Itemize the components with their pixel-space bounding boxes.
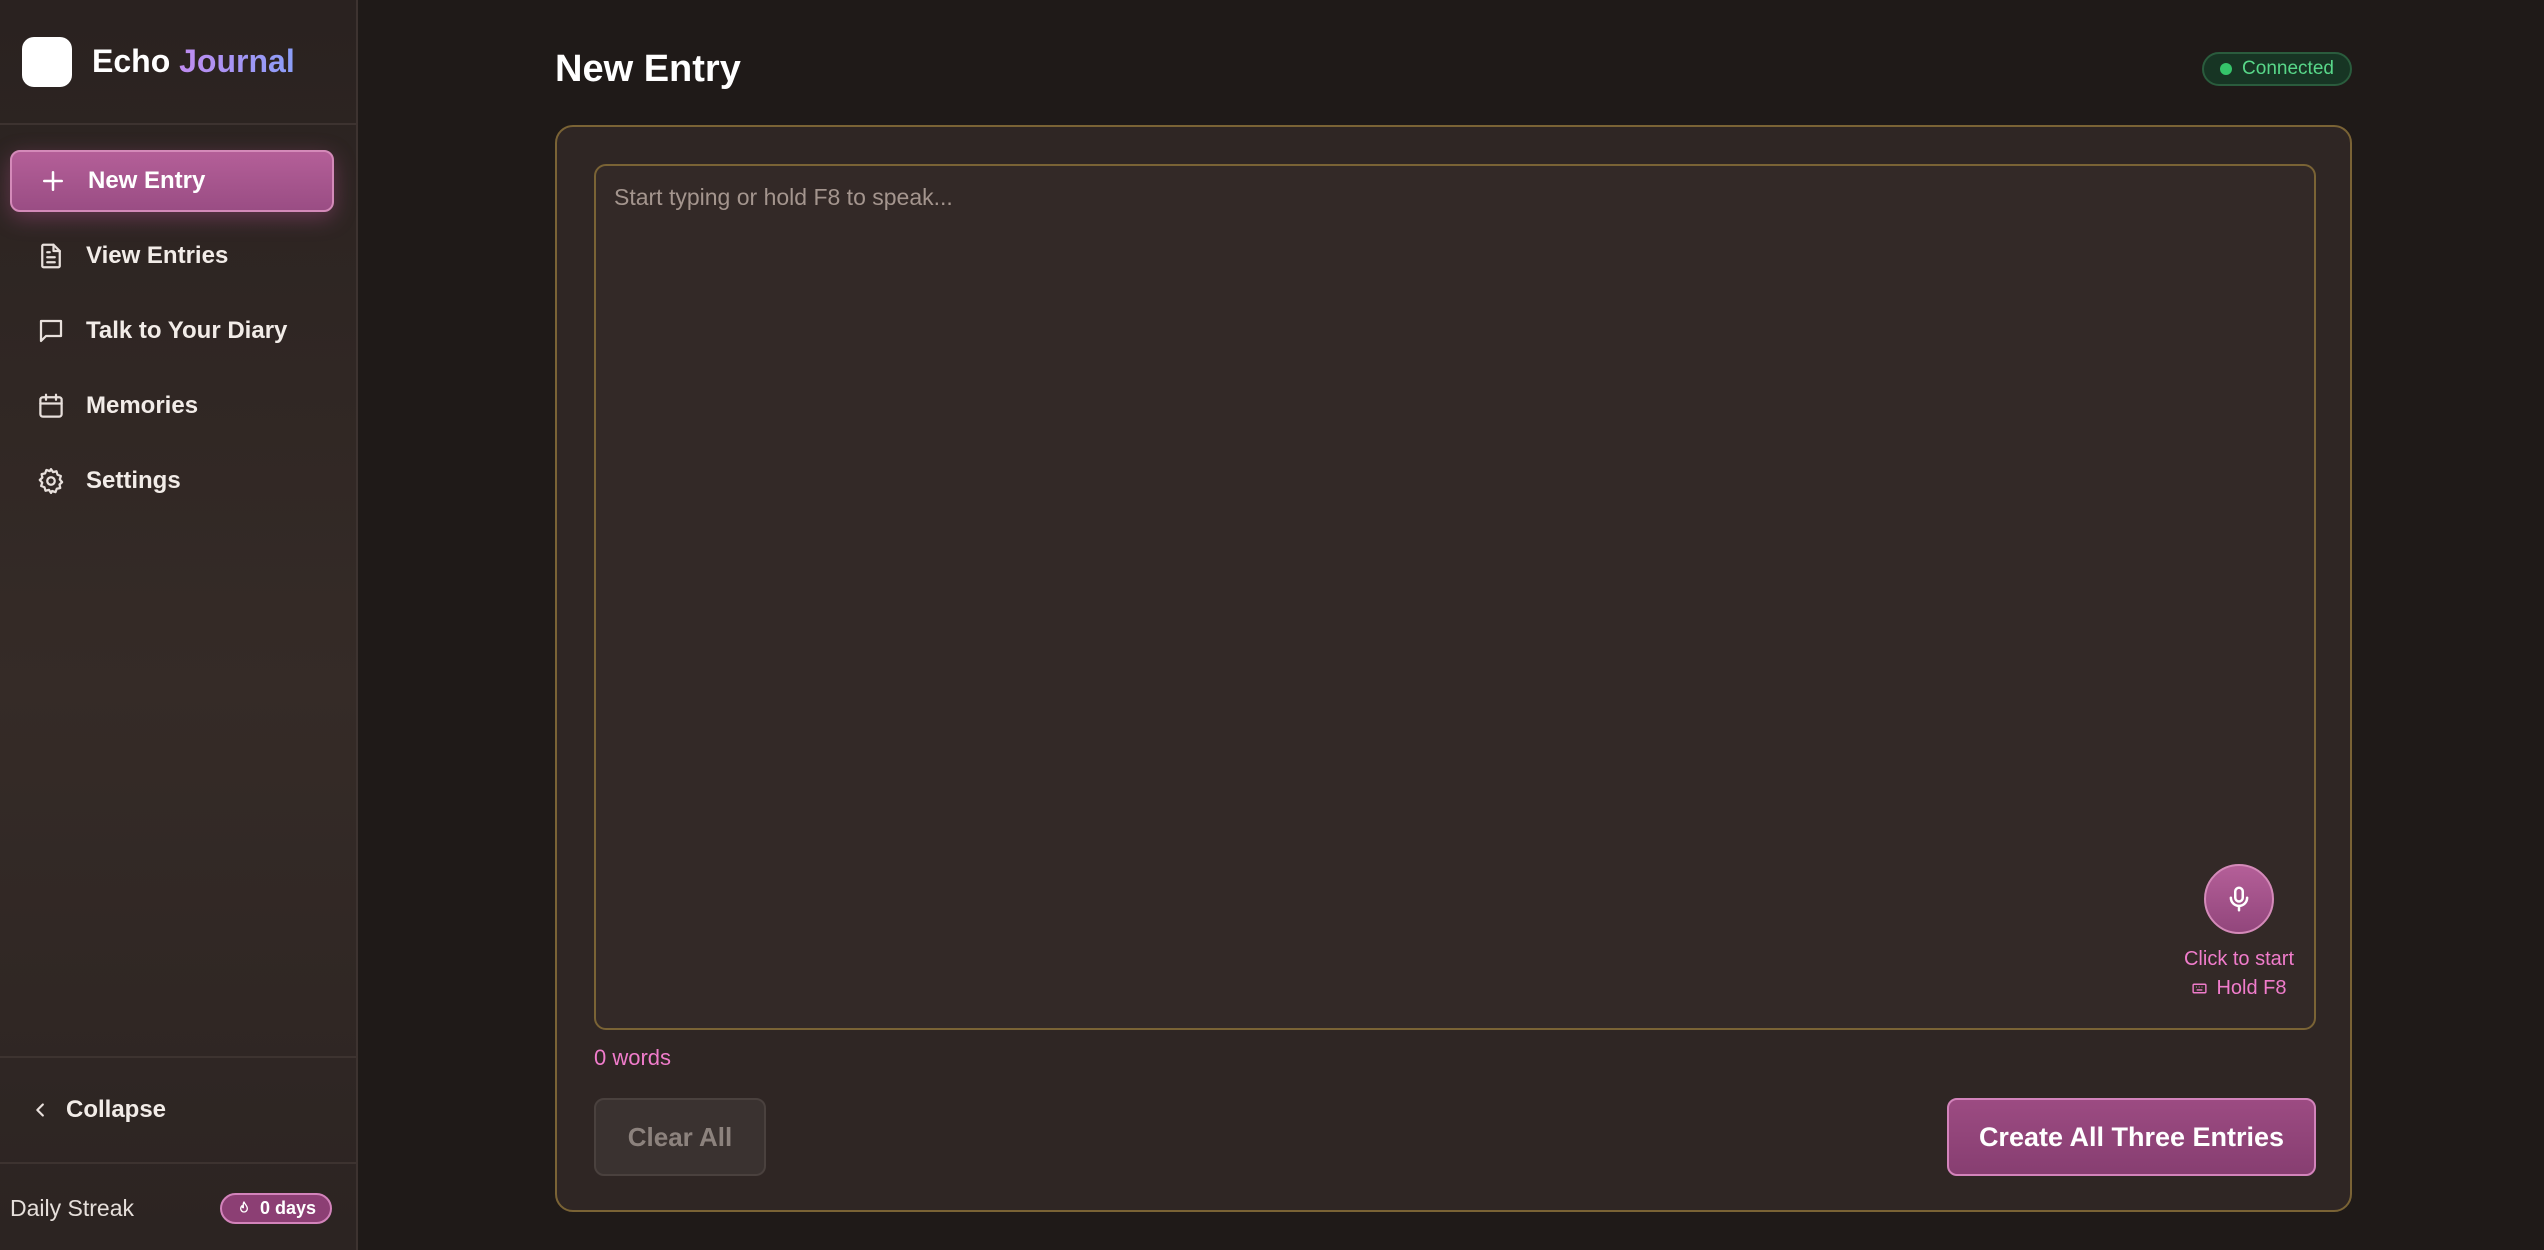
voice-input: Click to start Hold F8: [2174, 864, 2304, 1000]
document-icon: [36, 241, 66, 271]
sidebar-item-new-entry[interactable]: New Entry: [10, 150, 334, 212]
streak-label: Daily Streak: [10, 1194, 134, 1221]
sidebar-nav: New Entry View Entries Talk to Your Diar…: [10, 150, 334, 525]
connection-status-badge: Connected: [2202, 52, 2352, 86]
app-name-accent: Journal: [179, 43, 295, 79]
collapse-button[interactable]: Collapse: [0, 1056, 356, 1164]
collapse-label: Collapse: [66, 1096, 167, 1123]
microphone-icon: [2229, 886, 2249, 912]
create-entries-button[interactable]: Create All Three Entries: [1947, 1098, 2316, 1176]
sidebar-item-label: Memories: [86, 392, 199, 419]
chat-bubble-icon: [36, 316, 66, 346]
microphone-button[interactable]: [2204, 864, 2274, 934]
word-count: 0 words: [594, 1045, 672, 1070]
sidebar-item-talk-to-diary[interactable]: Talk to Your Diary: [10, 300, 334, 362]
chevron-left-icon: [36, 1103, 44, 1117]
app-logo: [22, 36, 72, 87]
entry-card: Click to start Hold F8 0 words Clear All…: [555, 125, 2352, 1212]
sidebar-item-label: Settings: [86, 467, 181, 494]
sidebar-item-label: Talk to Your Diary: [86, 317, 288, 344]
plus-icon: [38, 166, 68, 196]
daily-streak: Daily Streak 0 days: [0, 1190, 356, 1226]
mic-hint-text: Click to start: [2183, 948, 2295, 970]
keyboard-icon: [2192, 983, 2208, 994]
mic-keyboard-hint: Hold F8: [2191, 977, 2287, 1000]
clear-all-button[interactable]: Clear All: [594, 1098, 766, 1176]
app-name: Echo Journal: [92, 43, 295, 80]
gear-icon: [36, 466, 66, 496]
flame-icon: [239, 1201, 248, 1213]
sidebar-item-memories[interactable]: Memories: [10, 375, 334, 437]
entry-textarea[interactable]: [596, 166, 2314, 1028]
sidebar-item-view-entries[interactable]: View Entries: [10, 225, 334, 287]
app-name-primary: Echo: [92, 43, 171, 79]
mic-key-label: Hold F8: [2216, 977, 2287, 999]
page-title: New Entry: [555, 48, 741, 90]
brand: Echo Journal: [0, 0, 356, 125]
entry-editor: Click to start Hold F8: [594, 164, 2316, 1030]
streak-badge: 0 days: [219, 1192, 332, 1224]
status-text: Connected: [2242, 58, 2334, 79]
streak-value: 0 days: [259, 1197, 316, 1218]
sidebar-item-label: View Entries: [86, 242, 229, 269]
calendar-icon: [36, 391, 66, 421]
status-dot-icon: [2220, 63, 2233, 75]
sidebar-item-label: New Entry: [88, 167, 206, 194]
sidebar: Echo Journal New Entry View Entries Talk…: [0, 0, 358, 1250]
sidebar-item-settings[interactable]: Settings: [10, 450, 334, 512]
